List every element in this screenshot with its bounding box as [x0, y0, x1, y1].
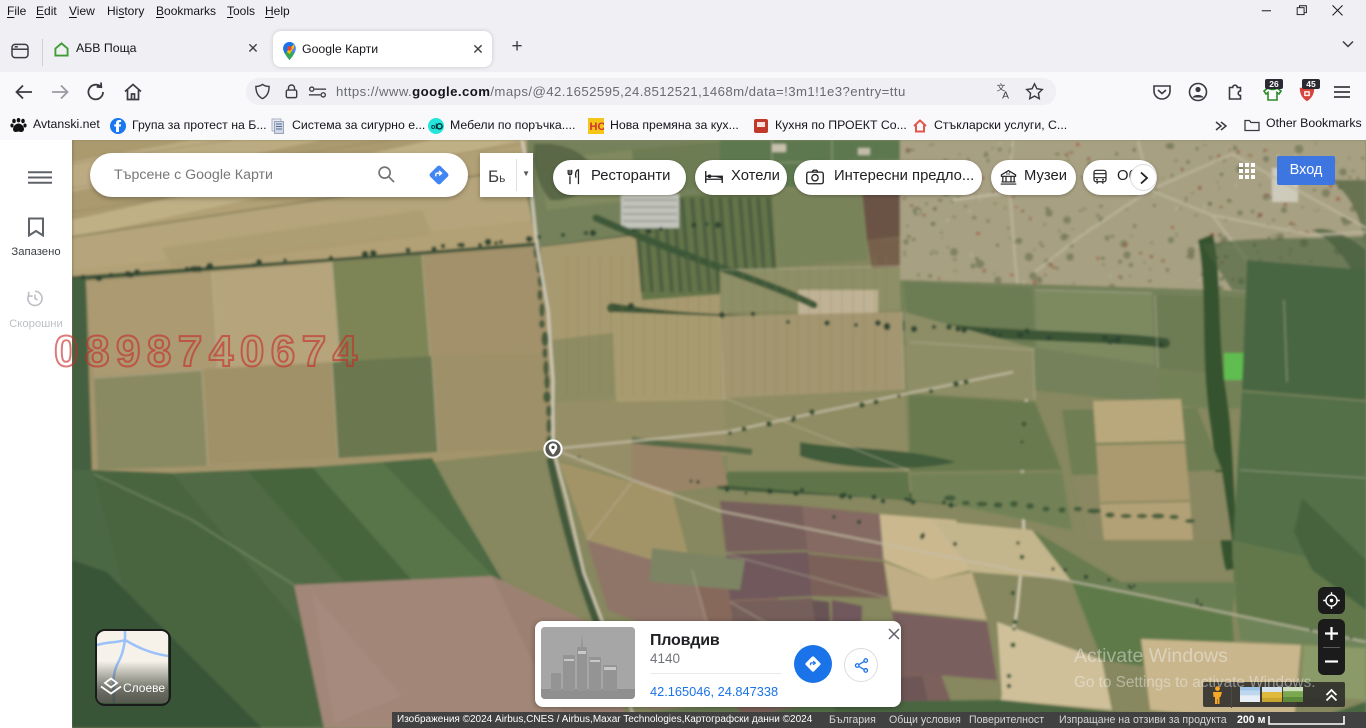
svg-text:ol: ol [431, 124, 437, 131]
svg-text:A: A [1002, 91, 1009, 101]
svg-text:Слоеве: Слоеве [123, 681, 165, 695]
svg-text:M: M [1006, 171, 1010, 177]
svg-text:НС: НС [590, 121, 605, 133]
